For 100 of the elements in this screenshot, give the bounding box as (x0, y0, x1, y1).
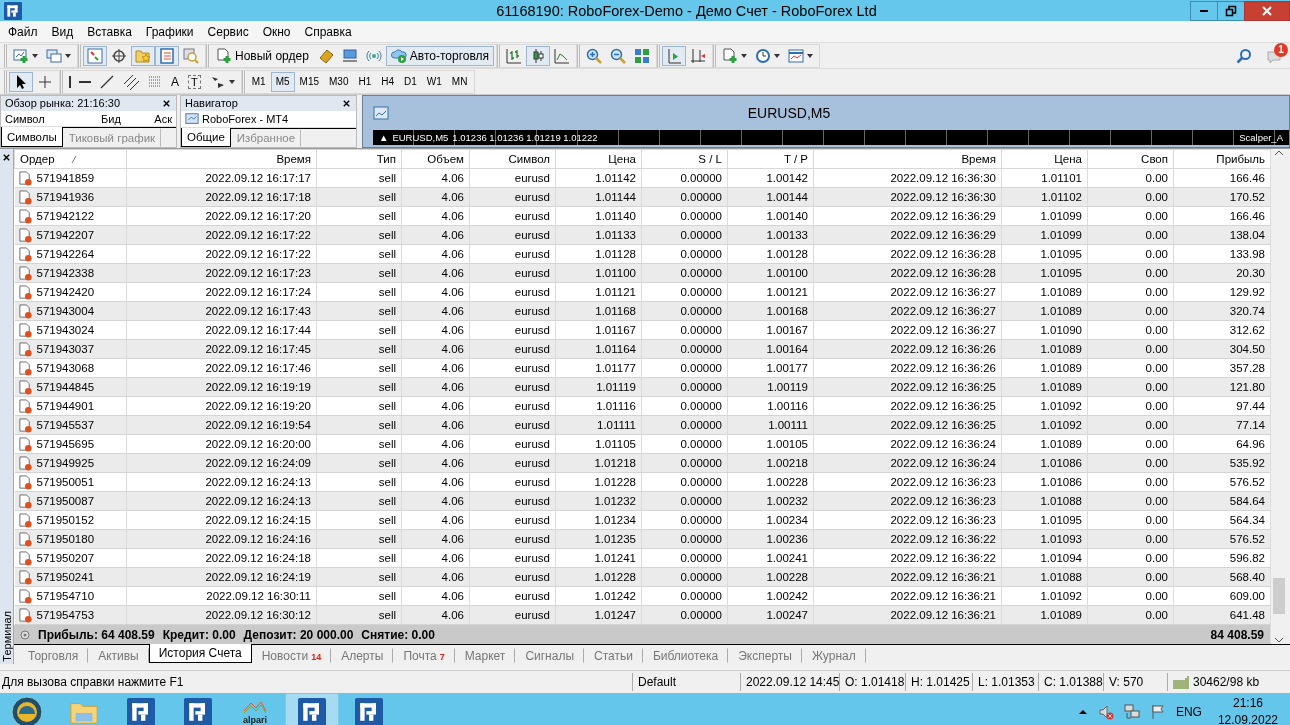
close-button[interactable] (161, 97, 172, 109)
timeframe-button[interactable]: D1 (399, 71, 422, 92)
taskbar-button[interactable] (285, 693, 339, 725)
column-header[interactable]: Цена (555, 149, 642, 169)
column-header[interactable]: Время (813, 149, 1002, 169)
terminal-tab[interactable]: Торговля (18, 648, 89, 663)
scrollbar[interactable] (1270, 149, 1287, 644)
table-cell: 1.01099 (1001, 206, 1088, 226)
table-cell: sell (316, 472, 402, 492)
quotes-icon (87, 47, 103, 64)
timeframe-button[interactable]: M15 (294, 71, 324, 92)
terminal-tab[interactable]: Маркет (454, 648, 516, 663)
timeframe-button[interactable]: H1 (353, 71, 377, 92)
table-cell: 2022.09.12 16:36:23 (813, 472, 1002, 492)
menu-item[interactable]: Графики (138, 22, 201, 41)
table-cell: 1.01089 (1001, 358, 1088, 378)
panel-tab[interactable]: Символы (1, 127, 63, 147)
taskbar-button[interactable]: alpari (228, 693, 282, 725)
column-header[interactable]: Тип (316, 149, 402, 169)
column-header[interactable]: Аск (124, 112, 176, 125)
terminal-tab[interactable]: Алерты (331, 648, 394, 663)
scrollbar-thumb[interactable] (1273, 578, 1285, 614)
text-tool[interactable]: A (167, 71, 183, 92)
menu-item[interactable]: Окно (255, 22, 298, 41)
zoom-out-icon (610, 47, 627, 64)
toolbar-button[interactable]: Авто-торговля (385, 45, 495, 66)
terminal-tab[interactable]: Почта 7 (393, 648, 455, 663)
table-cell: 2022.09.12 16:36:24 (813, 434, 1002, 454)
terminal-tab[interactable]: Активы (88, 648, 149, 663)
column-header[interactable]: Символ (469, 149, 556, 169)
menu-item[interactable]: Справка (297, 22, 359, 41)
table-cell: 2022.09.12 16:36:25 (813, 396, 1002, 416)
column-header[interactable]: Прибыль (1173, 149, 1271, 169)
terminal-tab[interactable]: Статьи (584, 648, 643, 663)
monitor-icon (341, 47, 358, 64)
text-label-tool[interactable]: T (183, 71, 206, 92)
table-cell: sell (316, 320, 402, 340)
table-cell: 1.01116 (555, 396, 642, 416)
table-cell: 0.00000 (641, 510, 728, 530)
tree-item[interactable]: RoboForex - MT4 (181, 110, 290, 127)
terminal-tab[interactable]: История Счета (148, 644, 252, 663)
timeframe-button[interactable]: M30 (324, 71, 354, 92)
column-header[interactable]: T / P (727, 149, 814, 169)
terminal-tab[interactable]: Журнал (801, 648, 866, 663)
bar-time: 2022.09.12 14:45 (740, 673, 839, 691)
timeframe-button[interactable]: MN (446, 71, 473, 92)
terminal-icon (185, 111, 199, 126)
menu-item[interactable]: Вставка (80, 22, 139, 41)
count-label: 14 (311, 652, 322, 662)
table-cell: 571942207 (36, 229, 95, 241)
order-document-icon (17, 189, 33, 205)
order-document-icon (17, 607, 33, 623)
clock-date: 12.09.2022 (1217, 711, 1278, 725)
timeframe-button[interactable]: M5 (270, 71, 295, 92)
caret-icon (741, 53, 748, 58)
table-cell: 571942122 (36, 210, 95, 222)
column-header[interactable]: Объем (401, 149, 470, 169)
table-cell: 571950207 (36, 552, 95, 564)
minimize-button[interactable] (1190, 0, 1218, 21)
window-title: 61168190: RoboForex-Demo - Демо Счет - RoboForex Ltd (495, 2, 878, 19)
timeframe-button[interactable]: W1 (421, 71, 447, 92)
menu-item[interactable]: Файл (1, 22, 45, 41)
table-cell: 2022.09.12 16:36:30 (813, 168, 1002, 188)
terminal-tab[interactable]: Сигналы (515, 648, 585, 663)
table-cell: 571943068 (36, 362, 95, 374)
terminal-tab[interactable]: Новости 14 (251, 648, 332, 663)
caret-icon (807, 53, 814, 58)
timeframe-button[interactable]: M1 (246, 71, 271, 92)
language-indicator[interactable]: ENG (1175, 704, 1202, 719)
table-cell: sell (316, 358, 402, 378)
toolbar-button[interactable] (9, 71, 33, 92)
table-cell: 0.00 (1087, 320, 1174, 340)
terminal-tab[interactable]: Библиотека (642, 648, 729, 663)
toolbar-button[interactable]: Новый ордер (211, 45, 314, 66)
clock[interactable]: 21:16 12.09.2022 (1217, 694, 1278, 725)
minimize-icon (1200, 9, 1208, 12)
table-cell: 571941859 (36, 172, 95, 184)
table-cell: 2022.09.12 16:17:24 (126, 282, 317, 302)
column-header[interactable]: S / L (641, 149, 728, 169)
column-header[interactable]: Бид (73, 112, 125, 125)
caret-icon (65, 53, 71, 58)
terminal-tab[interactable]: Эксперты (728, 648, 802, 663)
timeframe-button[interactable]: H4 (376, 71, 400, 92)
menu-item[interactable]: Сервис (200, 22, 256, 41)
table-cell: 571945695 (36, 438, 95, 450)
column-header[interactable]: Своп (1087, 149, 1174, 169)
table-cell: sell (316, 206, 402, 226)
table-cell: 2022.09.12 16:36:23 (813, 510, 1002, 530)
close-button[interactable] (1, 152, 12, 163)
clock-icon (755, 47, 772, 64)
column-header[interactable]: Символ (1, 112, 74, 125)
close-button[interactable] (341, 97, 352, 109)
panel-tab[interactable]: Общие (181, 127, 231, 147)
column-header[interactable]: Цена (1001, 149, 1088, 169)
vertical-line-icon (69, 75, 71, 88)
table-cell: sell (316, 282, 402, 302)
table-cell: 2022.09.12 16:30:11 (126, 586, 317, 606)
column-header[interactable]: Время (126, 149, 317, 169)
menu-item[interactable]: Вид (44, 22, 81, 41)
collapse-marker[interactable]: ▲ (379, 132, 389, 143)
